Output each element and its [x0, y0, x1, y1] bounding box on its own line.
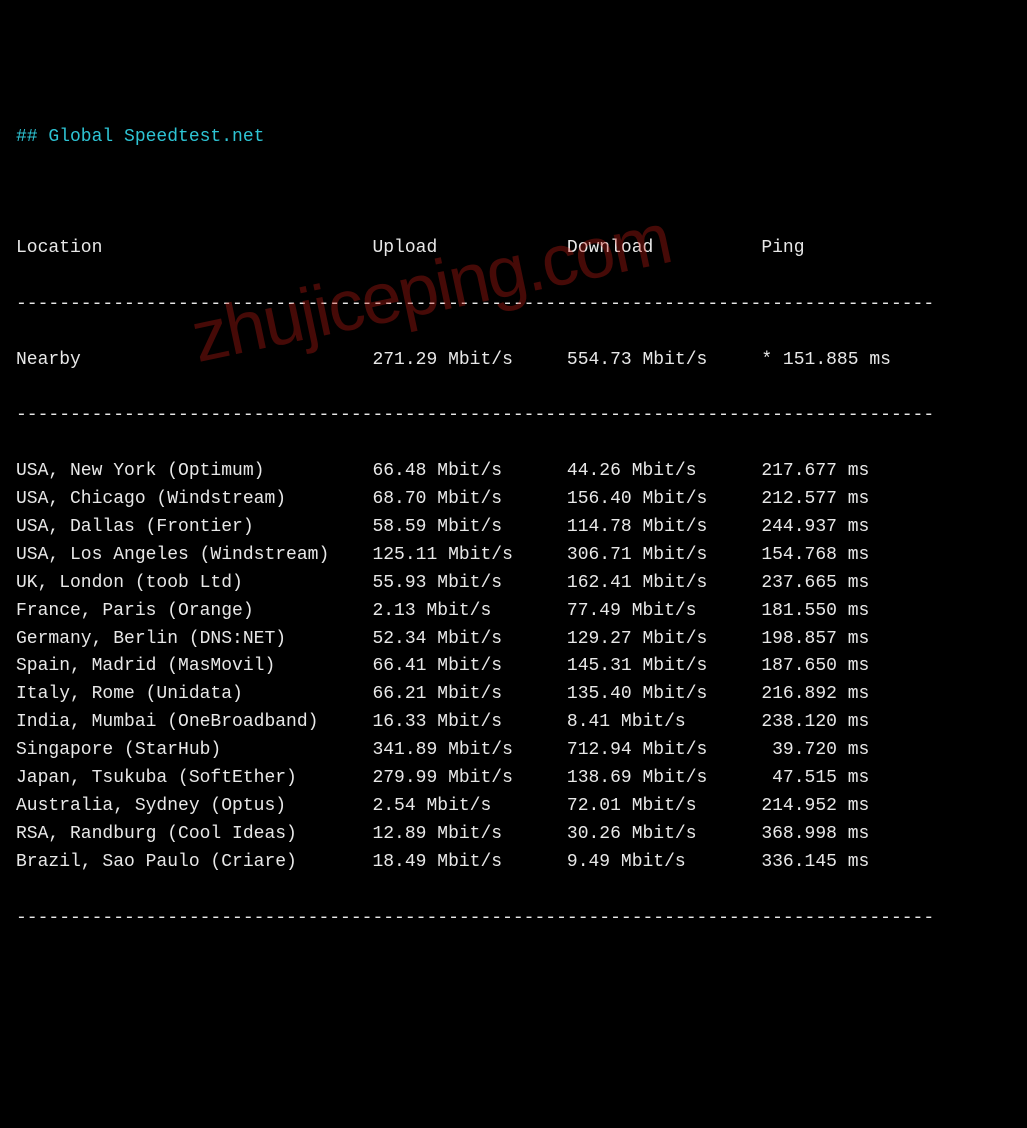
table-row: USA, Chicago (Windstream) 68.70 Mbit/s 1…: [16, 486, 1011, 514]
separator: ----------------------------------------…: [16, 291, 1011, 319]
table-row: France, Paris (Orange) 2.13 Mbit/s 77.49…: [16, 598, 1011, 626]
table-row: Brazil, Sao Paulo (Criare) 18.49 Mbit/s …: [16, 849, 1011, 877]
page-title: ## Global Speedtest.net: [16, 127, 264, 147]
table-row: Spain, Madrid (MasMovil) 66.41 Mbit/s 14…: [16, 653, 1011, 681]
table-row: USA, New York (Optimum) 66.48 Mbit/s 44.…: [16, 458, 1011, 486]
table-row: Japan, Tsukuba (SoftEther) 279.99 Mbit/s…: [16, 765, 1011, 793]
table-row: USA, Los Angeles (Windstream) 125.11 Mbi…: [16, 542, 1011, 570]
table-row: India, Mumbai (OneBroadband) 16.33 Mbit/…: [16, 709, 1011, 737]
blank-line: [16, 179, 1011, 207]
table-row: USA, Dallas (Frontier) 58.59 Mbit/s 114.…: [16, 514, 1011, 542]
table-row: Singapore (StarHub) 341.89 Mbit/s 712.94…: [16, 737, 1011, 765]
table-row: Germany, Berlin (DNS:NET) 52.34 Mbit/s 1…: [16, 626, 1011, 654]
table-row: UK, London (toob Ltd) 55.93 Mbit/s 162.4…: [16, 570, 1011, 598]
separator: ----------------------------------------…: [16, 402, 1011, 430]
data-rows-container: USA, New York (Optimum) 66.48 Mbit/s 44.…: [16, 458, 1011, 876]
separator: ----------------------------------------…: [16, 905, 1011, 933]
header-row: Location Upload Download Ping: [16, 235, 1011, 263]
table-row: Italy, Rome (Unidata) 66.21 Mbit/s 135.4…: [16, 681, 1011, 709]
nearby-row: Nearby 271.29 Mbit/s 554.73 Mbit/s * 151…: [16, 347, 1011, 375]
table-row: RSA, Randburg (Cool Ideas) 12.89 Mbit/s …: [16, 821, 1011, 849]
table-row: Australia, Sydney (Optus) 2.54 Mbit/s 72…: [16, 793, 1011, 821]
